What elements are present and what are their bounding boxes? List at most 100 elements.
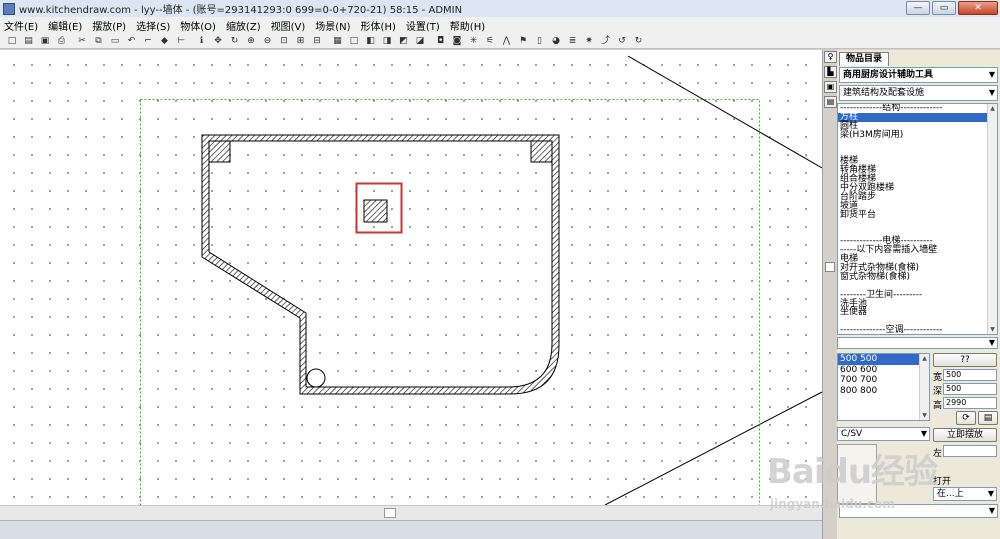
zoom-window-icon[interactable]: ⊡: [278, 35, 290, 47]
help-button[interactable]: ??: [933, 353, 997, 367]
paste-icon[interactable]: ▭: [109, 35, 121, 47]
menu-view[interactable]: 视图(V): [271, 18, 306, 33]
left-input[interactable]: [943, 445, 997, 457]
move-icon[interactable]: ✥: [212, 35, 224, 47]
dimension-icon[interactable]: ⊢: [175, 35, 187, 47]
list-item[interactable]: [838, 140, 997, 149]
cube-left-icon[interactable]: ◨: [381, 35, 393, 47]
save-icon[interactable]: ▣: [39, 35, 51, 47]
wall-cut-icon[interactable]: ⋀: [501, 35, 513, 47]
scroll-up-icon[interactable]: ▲: [988, 104, 997, 113]
preview-button[interactable]: ▤: [978, 411, 998, 425]
door-icon[interactable]: ▯: [534, 35, 546, 47]
size-item[interactable]: 700 700: [838, 375, 929, 386]
cube-front-icon[interactable]: ◧: [365, 35, 377, 47]
close-button[interactable]: ✕: [958, 1, 998, 15]
cube-right-icon[interactable]: ◩: [398, 35, 410, 47]
rotate-icon[interactable]: ↻: [229, 35, 241, 47]
list-item[interactable]: 坐便器: [838, 308, 997, 317]
catalog-select[interactable]: 商用厨房设计辅助工具 ▼: [839, 67, 998, 83]
measure-icon[interactable]: ⚟: [484, 35, 496, 47]
list-item[interactable]: [838, 220, 997, 229]
menu-edit[interactable]: 编辑(E): [48, 18, 82, 33]
side-tab-layout[interactable]: ▙: [824, 66, 837, 78]
list-item[interactable]: [838, 148, 997, 157]
item-list[interactable]: -------------结构------------- 方柱 圆柱 梁(H3M房间用…: [837, 103, 998, 335]
zoom-out-icon[interactable]: ⊖: [262, 35, 274, 47]
width-input[interactable]: 500: [943, 369, 997, 381]
layer-icon[interactable]: ≣: [567, 35, 579, 47]
tab-catalog[interactable]: 物品目录: [839, 52, 890, 66]
size-item[interactable]: 800 800: [838, 386, 929, 397]
menu-select[interactable]: 选择(S): [136, 18, 170, 33]
refresh-button[interactable]: ⟳: [956, 411, 976, 425]
column-top-right[interactable]: [530, 140, 553, 163]
size-item[interactable]: 500 500: [838, 354, 929, 365]
minimize-button[interactable]: —: [906, 1, 930, 15]
style-select[interactable]: C/SV ▼: [837, 427, 930, 441]
room-wall[interactable]: [201, 134, 560, 395]
list-item[interactable]: 台阶踏步: [838, 192, 997, 202]
stairs-icon[interactable]: ⤴: [600, 35, 612, 47]
menu-zoom[interactable]: 缩放(Z): [226, 18, 261, 33]
side-tab-catalog[interactable]: ♀: [824, 51, 837, 63]
list-item[interactable]: -----以下内容需插入墙壁: [838, 246, 997, 255]
menu-help[interactable]: 帮助(H): [450, 18, 485, 33]
side-scroll-thumb[interactable]: [825, 262, 835, 272]
print-icon[interactable]: ⎙: [56, 35, 68, 47]
menu-place[interactable]: 摆放(P): [92, 18, 126, 33]
place-now-button[interactable]: 立即摆放: [933, 428, 997, 442]
rotate-right-icon[interactable]: ↻: [633, 35, 645, 47]
list-item[interactable]: 窗式杂物梯(食梯): [838, 272, 997, 282]
paint-icon[interactable]: ◆: [159, 35, 171, 47]
rotate-left-icon[interactable]: ↺: [616, 35, 628, 47]
info-icon[interactable]: ℹ: [196, 35, 208, 47]
position-select[interactable]: 在...上 ▼: [933, 487, 997, 501]
menu-shape[interactable]: 形体(H): [361, 18, 396, 33]
sub-select[interactable]: ▼: [837, 337, 998, 349]
photo-icon[interactable]: ◙: [451, 35, 463, 47]
hammer-icon[interactable]: ⌐: [142, 35, 154, 47]
zoom-in-icon[interactable]: ⊕: [245, 35, 257, 47]
zoom-all-icon[interactable]: ⊞: [295, 35, 307, 47]
square-column-selected[interactable]: [363, 199, 388, 223]
new-file-icon[interactable]: □: [6, 35, 18, 47]
side-tab-window[interactable]: ▣: [824, 81, 837, 93]
undo-icon[interactable]: ↶: [126, 35, 138, 47]
menu-file[interactable]: 文件(E): [4, 18, 38, 33]
cut-icon[interactable]: ✂: [76, 35, 88, 47]
flag-icon[interactable]: ⚑: [517, 35, 529, 47]
size-item[interactable]: 600 600: [838, 365, 929, 376]
cube-back-icon[interactable]: ◪: [414, 35, 426, 47]
horizontal-scrollbar[interactable]: [0, 505, 822, 520]
scroll-down-icon[interactable]: ▼: [988, 325, 997, 334]
globe-icon[interactable]: ◕: [550, 35, 562, 47]
light-icon[interactable]: ✳: [468, 35, 480, 47]
box-icon[interactable]: □: [348, 35, 360, 47]
list-item[interactable]: -------------结构-------------: [838, 104, 997, 113]
list-item[interactable]: 方柱: [838, 112, 997, 122]
size-list[interactable]: 500 500 600 600 700 700 800 800 ▲ ▼: [837, 353, 930, 421]
side-tab-list[interactable]: ▤: [824, 96, 837, 108]
open-folder-icon[interactable]: ▤: [23, 35, 35, 47]
item-list-scrollbar[interactable]: ▲ ▼: [987, 104, 997, 334]
drawing-canvas[interactable]: [0, 50, 822, 505]
height-input[interactable]: 2990: [943, 397, 997, 409]
copy-icon[interactable]: ⧉: [93, 35, 105, 47]
list-item[interactable]: 卸货平台: [838, 210, 997, 220]
menu-settings[interactable]: 设置(T): [406, 18, 440, 33]
plan-view-icon[interactable]: ▦: [332, 35, 344, 47]
column-top-left[interactable]: [208, 140, 231, 163]
round-column[interactable]: [306, 368, 326, 388]
section-select[interactable]: 建筑结构及配套设施 ▼: [839, 85, 998, 101]
menu-object[interactable]: 物体(O): [180, 18, 216, 33]
menu-scene[interactable]: 场景(N): [315, 18, 350, 33]
lamp-icon[interactable]: ✷: [583, 35, 595, 47]
depth-input[interactable]: 500: [943, 383, 997, 395]
camera-icon[interactable]: ◘: [435, 35, 447, 47]
size-list-scrollbar[interactable]: ▲ ▼: [919, 354, 929, 420]
scroll-thumb[interactable]: [384, 508, 396, 518]
zoom-prev-icon[interactable]: ⊟: [311, 35, 323, 47]
maximize-button[interactable]: ▭: [932, 1, 956, 15]
scroll-up-icon[interactable]: ▲: [920, 354, 929, 363]
